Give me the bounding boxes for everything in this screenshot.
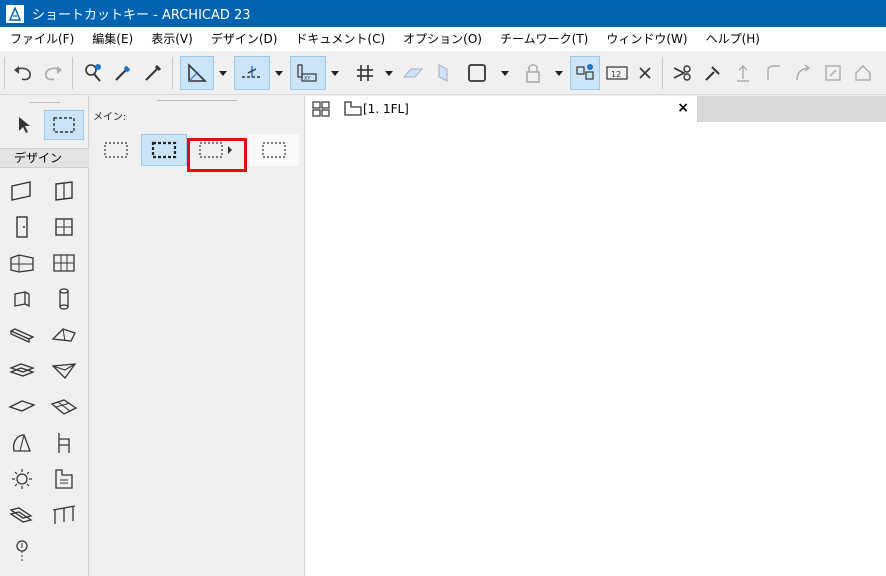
- info-box-panel: メイン:: [89, 96, 305, 576]
- railing-tool-icon[interactable]: [6, 500, 38, 530]
- menu-teamwork[interactable]: チームワーク(T): [494, 27, 594, 51]
- stair-tool-icon[interactable]: [6, 356, 38, 386]
- fence-tool-icon[interactable]: [48, 500, 80, 530]
- dimension-icon[interactable]: 12: [603, 56, 631, 90]
- syringe-icon[interactable]: [140, 56, 166, 90]
- split-icon[interactable]: [670, 56, 696, 90]
- mesh-tool-icon[interactable]: [48, 392, 80, 422]
- fillet-icon[interactable]: [760, 56, 786, 90]
- main-options-label: メイン:: [93, 112, 127, 123]
- window-title: ショートカットキー - ARCHICAD 23: [32, 8, 251, 23]
- roof-icon[interactable]: [850, 56, 876, 90]
- gravity-icon[interactable]: XY: [290, 56, 326, 90]
- marquee-tool-icon[interactable]: [44, 110, 84, 140]
- chevron-down-icon[interactable]: [272, 56, 286, 90]
- lamp-tool-icon[interactable]: [6, 464, 38, 494]
- navigator-grid-icon[interactable]: [311, 100, 331, 118]
- wall-end-tool-icon[interactable]: [6, 284, 38, 314]
- menu-edit[interactable]: 編集(E): [86, 27, 139, 51]
- marquee-single-floor-icon[interactable]: [93, 134, 139, 166]
- menu-view[interactable]: 表示(V): [145, 27, 199, 51]
- marquee-all-floors-icon[interactable]: [249, 134, 299, 166]
- floor-plan-icon: [343, 99, 363, 121]
- vertical-plane-icon[interactable]: [432, 56, 454, 90]
- chevron-down-icon[interactable]: [552, 56, 566, 90]
- curtain-wall-tool-icon[interactable]: [48, 176, 80, 206]
- document-tab-bar: [1. 1FL] ×: [305, 96, 886, 122]
- menu-help[interactable]: ヘルプ(H): [700, 27, 766, 51]
- tab-floor-plan[interactable]: [1. 1FL] ×: [305, 96, 698, 122]
- marquee-thick-icon[interactable]: [141, 134, 187, 166]
- object-tool-icon[interactable]: [48, 428, 80, 458]
- roof-tool-icon[interactable]: [48, 320, 80, 350]
- menu-document[interactable]: ドキュメント(C): [289, 27, 391, 51]
- palette-grip[interactable]: [30, 102, 60, 103]
- redo-icon[interactable]: [40, 56, 66, 90]
- arrow-tool-icon[interactable]: [8, 110, 40, 140]
- column-tool-icon[interactable]: [48, 284, 80, 314]
- cross-icon[interactable]: [634, 56, 656, 90]
- toolbox-palette: デザイン: [0, 96, 89, 576]
- label-pin-tool-icon[interactable]: [6, 536, 38, 566]
- grid-snap-icon[interactable]: [352, 56, 378, 90]
- skylight-tool-icon[interactable]: [6, 248, 38, 278]
- chevron-down-icon[interactable]: [498, 56, 512, 90]
- shell-tool-icon[interactable]: [48, 356, 80, 386]
- chevron-down-icon[interactable]: [328, 56, 342, 90]
- lock-icon[interactable]: [520, 56, 546, 90]
- svg-text:12: 12: [611, 70, 621, 79]
- undo-icon[interactable]: [10, 56, 36, 90]
- adjust-icon[interactable]: [700, 56, 726, 90]
- floor-plan-canvas[interactable]: [305, 122, 886, 576]
- svg-text:XY: XY: [304, 76, 311, 82]
- offset-icon[interactable]: [790, 56, 816, 90]
- menu-design[interactable]: デザイン(D): [205, 27, 284, 51]
- toolbox-section-design[interactable]: デザイン: [0, 148, 89, 168]
- tab-label: [1. 1FL]: [363, 102, 409, 116]
- wall-tool-icon[interactable]: [6, 176, 38, 206]
- menu-window[interactable]: ウィンドウ(W): [600, 27, 693, 51]
- plane-icon[interactable]: [400, 56, 426, 90]
- panel-grip[interactable]: [157, 100, 237, 101]
- window-tool-icon[interactable]: [48, 212, 80, 242]
- title-bar: ショートカットキー - ARCHICAD 23: [0, 0, 886, 27]
- slab-tool-icon[interactable]: [6, 392, 38, 422]
- menu-file[interactable]: ファイル(F): [4, 27, 80, 51]
- rectangle-icon[interactable]: [462, 56, 492, 90]
- eyedropper-icon[interactable]: [110, 56, 136, 90]
- menu-options[interactable]: オプション(O): [397, 27, 488, 51]
- zone-tool-icon[interactable]: [48, 464, 80, 494]
- archicad-logo-icon: [6, 4, 24, 23]
- guide-lines-icon[interactable]: [180, 56, 214, 90]
- snap-guides-icon[interactable]: [234, 56, 270, 90]
- curtain-grid-tool-icon[interactable]: [48, 248, 80, 278]
- door-tool-icon[interactable]: [6, 212, 38, 242]
- standard-toolbar: XY 12: [0, 51, 886, 95]
- suspend-groups-icon[interactable]: [570, 56, 600, 90]
- menu-bar: ファイル(F) 編集(E) 表示(V) デザイン(D) ドキュメント(C) オプ…: [0, 27, 886, 51]
- highlight-box: [187, 138, 247, 172]
- morph-tool-icon[interactable]: [6, 428, 38, 458]
- close-tab-icon[interactable]: ×: [677, 100, 689, 116]
- beam-tool-icon[interactable]: [6, 320, 38, 350]
- elevate-icon[interactable]: [730, 56, 756, 90]
- resize-icon[interactable]: [820, 56, 846, 90]
- chevron-down-icon[interactable]: [382, 56, 396, 90]
- chevron-down-icon[interactable]: [216, 56, 230, 90]
- find-select-icon[interactable]: [80, 56, 106, 90]
